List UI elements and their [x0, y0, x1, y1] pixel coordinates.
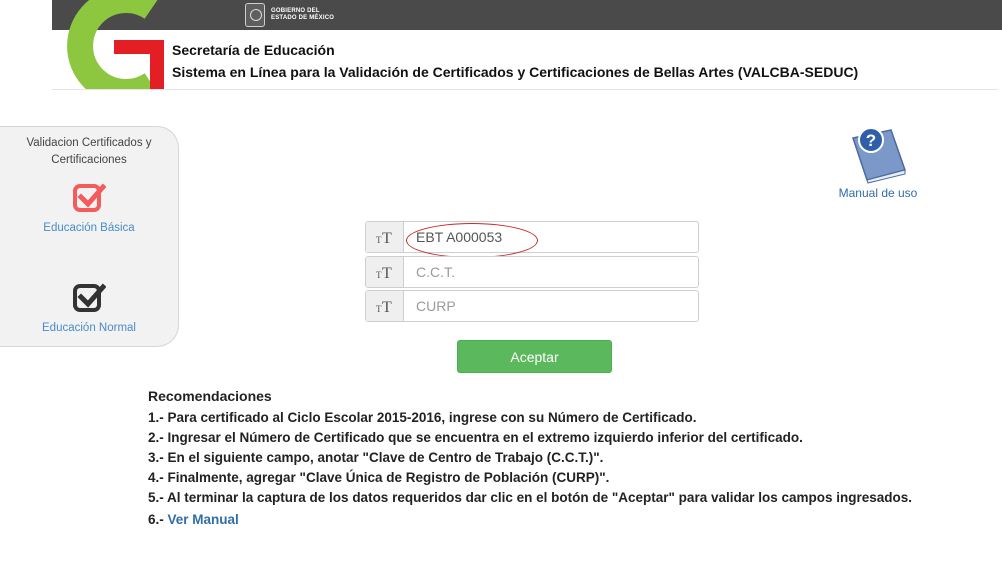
recommendation-item: 1.- Para certificado al Ciclo Escolar 20… — [148, 410, 697, 425]
top-bar: GOBIERNO DEL ESTADO DE MÉXICO — [52, 0, 1002, 30]
certificate-number-field: TT — [365, 221, 699, 253]
recommendation-item: 2.- Ingresar el Número de Certificado qu… — [148, 430, 803, 445]
text-size-icon: TT — [366, 222, 404, 252]
ver-manual-link[interactable]: Ver Manual — [168, 512, 239, 527]
recommendations: Recomendaciones 1.- Para certificado al … — [148, 388, 980, 530]
text-size-icon: TT — [366, 257, 404, 287]
svg-text:T: T — [382, 230, 392, 245]
certificate-number-input[interactable] — [404, 222, 698, 252]
curp-input[interactable] — [404, 291, 698, 321]
sidebar: Validacion Certificados y Certificacione… — [0, 126, 179, 347]
recommendation-item: 3.- En el siguiente campo, anotar "Clave… — [148, 450, 604, 465]
curp-field: TT — [365, 290, 699, 322]
svg-text:?: ? — [866, 131, 876, 150]
recommendation-item-6: 6.- Ver Manual — [148, 510, 980, 530]
brand-logo — [67, 0, 164, 90]
recommendation-item: 4.- Finalmente, agregar "Clave Única de … — [148, 470, 610, 485]
sidebar-title: Validacion Certificados y Certificacione… — [26, 137, 152, 166]
recommendations-title: Recomendaciones — [148, 388, 272, 404]
header-divider — [52, 89, 998, 90]
checkbox-icon — [73, 183, 106, 212]
gov-logo-line2: ESTADO DE MÉXICO — [271, 15, 335, 21]
gov-logo-line1: GOBIERNO DEL — [271, 8, 320, 14]
cct-input[interactable] — [404, 257, 698, 287]
page-title: Secretaría de Educación — [172, 42, 335, 58]
recommendation-item: 5.- Al terminar la captura de los datos … — [148, 490, 913, 505]
checkbox-icon — [73, 283, 106, 312]
sidebar-item-educacion-basica[interactable]: Educación Básica — [0, 181, 178, 234]
sidebar-item-label: Educación Básica — [43, 222, 135, 234]
manual-link[interactable]: ? Manual de uso — [830, 126, 926, 200]
manual-label: Manual de uso — [838, 186, 918, 200]
sidebar-item-label: Educación Normal — [42, 322, 136, 334]
book-help-icon: ? — [852, 127, 906, 184]
svg-text:T: T — [382, 299, 392, 314]
text-size-icon: TT — [366, 291, 404, 321]
page-subtitle: Sistema en Línea para la Validación de C… — [172, 64, 859, 80]
accept-button[interactable]: Aceptar — [457, 340, 612, 373]
sidebar-item-educacion-normal[interactable]: Educación Normal — [0, 281, 178, 334]
state-seal-icon — [245, 3, 265, 27]
svg-text:T: T — [382, 265, 392, 280]
recommendation-item-6-prefix: 6.- — [148, 512, 164, 527]
cct-field: TT — [365, 256, 699, 288]
government-logo: GOBIERNO DEL ESTADO DE MÉXICO — [245, 3, 334, 27]
